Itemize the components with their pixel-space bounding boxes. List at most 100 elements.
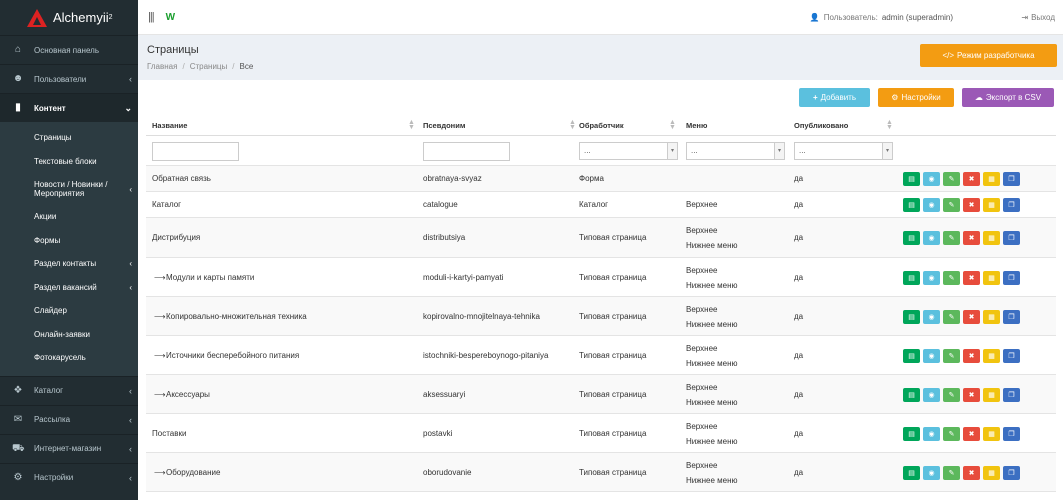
book-icon[interactable]: ▤: [903, 388, 920, 402]
copy-icon[interactable]: ❐: [1003, 349, 1020, 363]
edit-icon[interactable]: ✎: [943, 427, 960, 441]
breadcrumb-home[interactable]: Главная: [147, 62, 177, 71]
column-header-published[interactable]: Опубликовано: [794, 121, 848, 130]
submenu-item-requests[interactable]: Онлайн-заявки: [0, 323, 138, 347]
edit-icon[interactable]: ✎: [943, 172, 960, 186]
eye-icon[interactable]: ◉: [923, 388, 940, 402]
trash-icon[interactable]: ✖: [963, 271, 980, 285]
copy-icon[interactable]: ❐: [1003, 172, 1020, 186]
book-icon[interactable]: ▤: [903, 349, 920, 363]
file-icon[interactable]: ▦: [983, 231, 1000, 245]
submenu-item-contacts[interactable]: Раздел контакты ‹: [0, 252, 138, 276]
edit-icon[interactable]: ✎: [943, 310, 960, 324]
filter-published-select[interactable]: ... ▾: [794, 142, 893, 160]
trash-icon[interactable]: ✖: [963, 427, 980, 441]
edit-icon[interactable]: ✎: [943, 388, 960, 402]
menu-top: Верхнее: [686, 226, 718, 235]
sort-icon[interactable]: ▲ ▼: [886, 119, 893, 131]
add-button[interactable]: + Добавить: [799, 88, 870, 107]
book-icon[interactable]: ▤: [903, 466, 920, 480]
column-header-name[interactable]: Название: [152, 121, 187, 130]
copy-icon[interactable]: ❐: [1003, 466, 1020, 480]
cell-handler: Типовая страница: [579, 390, 647, 399]
eye-icon[interactable]: ◉: [923, 172, 940, 186]
trash-icon[interactable]: ✖: [963, 466, 980, 480]
sidebar-item-shop[interactable]: ⛟ Интернет-магазин ‹: [0, 433, 138, 463]
file-icon[interactable]: ▦: [983, 172, 1000, 186]
copy-icon[interactable]: ❐: [1003, 271, 1020, 285]
book-icon[interactable]: ▤: [903, 172, 920, 186]
sidebar-item-label: Каталог: [34, 386, 64, 395]
eye-icon[interactable]: ◉: [923, 271, 940, 285]
sort-icon[interactable]: ▲ ▼: [669, 119, 676, 131]
export-csv-button[interactable]: ☁ Экспорт в CSV: [962, 88, 1054, 107]
brand-logo[interactable]: Alchemyii 2: [0, 0, 138, 35]
submenu-item-forms[interactable]: Формы: [0, 229, 138, 253]
trash-icon[interactable]: ✖: [963, 231, 980, 245]
file-icon[interactable]: ▦: [983, 310, 1000, 324]
trash-icon[interactable]: ✖: [963, 388, 980, 402]
file-icon[interactable]: ▦: [983, 198, 1000, 212]
copy-icon[interactable]: ❐: [1003, 310, 1020, 324]
trash-icon[interactable]: ✖: [963, 310, 980, 324]
envelope-icon: ✉: [13, 413, 23, 425]
edit-icon[interactable]: ✎: [943, 198, 960, 212]
filter-name-input[interactable]: [152, 142, 239, 161]
edit-icon[interactable]: ✎: [943, 231, 960, 245]
eye-icon[interactable]: ◉: [923, 466, 940, 480]
file-icon[interactable]: ▦: [983, 388, 1000, 402]
file-icon[interactable]: ▦: [983, 466, 1000, 480]
filter-menu-select[interactable]: ... ▾: [686, 142, 785, 160]
sort-icon[interactable]: ▲ ▼: [408, 119, 415, 131]
eye-icon[interactable]: ◉: [923, 427, 940, 441]
settings-button[interactable]: ⚙ Настройки: [878, 88, 954, 107]
book-icon[interactable]: ▤: [903, 271, 920, 285]
filter-handler-select[interactable]: ... ▾: [579, 142, 678, 160]
menu-toggle-icon[interactable]: |||: [148, 11, 155, 23]
chevron-left-icon: ‹: [129, 74, 132, 84]
user-info[interactable]: 👤 Пользователь: admin (superadmin): [810, 13, 953, 22]
trash-icon[interactable]: ✖: [963, 349, 980, 363]
copy-icon[interactable]: ❐: [1003, 388, 1020, 402]
breadcrumb-pages[interactable]: Страницы: [190, 62, 228, 71]
submenu-item-pages[interactable]: Страницы: [0, 126, 138, 150]
submenu-item-text-blocks[interactable]: Текстовые блоки: [0, 150, 138, 174]
sidebar-item-content[interactable]: ▮ Контент ⌄: [0, 93, 138, 122]
sidebar-item-catalog[interactable]: ❖ Каталог ‹: [0, 375, 138, 405]
eye-icon[interactable]: ◉: [923, 198, 940, 212]
file-icon[interactable]: ▦: [983, 427, 1000, 441]
submenu-item-promos[interactable]: Акции: [0, 205, 138, 229]
eye-icon[interactable]: ◉: [923, 310, 940, 324]
trash-icon[interactable]: ✖: [963, 198, 980, 212]
developer-mode-button[interactable]: </> Режим разработчика: [920, 44, 1057, 67]
submenu-item-slider[interactable]: Слайдер: [0, 299, 138, 323]
trash-icon[interactable]: ✖: [963, 172, 980, 186]
copy-icon[interactable]: ❐: [1003, 427, 1020, 441]
edit-icon[interactable]: ✎: [943, 271, 960, 285]
site-logo-icon[interactable]: W: [166, 12, 175, 23]
book-icon[interactable]: ▤: [903, 198, 920, 212]
sort-icon[interactable]: ▲ ▼: [569, 119, 576, 131]
submenu-item-carousel[interactable]: Фотокарусель: [0, 346, 138, 370]
sidebar-item-dashboard[interactable]: ⌂ Основная панель: [0, 35, 138, 64]
column-header-alias[interactable]: Псевдоним: [423, 121, 465, 130]
book-icon[interactable]: ▤: [903, 427, 920, 441]
column-header-handler[interactable]: Обработчик: [579, 121, 624, 130]
file-icon[interactable]: ▦: [983, 349, 1000, 363]
submenu-item-vacancies[interactable]: Раздел вакансий ‹: [0, 276, 138, 300]
book-icon[interactable]: ▤: [903, 310, 920, 324]
sidebar-item-mailing[interactable]: ✉ Рассылка ‹: [0, 404, 138, 434]
eye-icon[interactable]: ◉: [923, 349, 940, 363]
book-icon[interactable]: ▤: [903, 231, 920, 245]
copy-icon[interactable]: ❐: [1003, 198, 1020, 212]
submenu-item-news[interactable]: Новости / Новинки / Мероприятия ‹: [0, 173, 138, 205]
logout-button[interactable]: ⇥ Выход: [1021, 13, 1055, 22]
eye-icon[interactable]: ◉: [923, 231, 940, 245]
sidebar-item-settings[interactable]: ⚙ Настройки ‹: [0, 462, 138, 492]
filter-alias-input[interactable]: [423, 142, 510, 161]
copy-icon[interactable]: ❐: [1003, 231, 1020, 245]
sidebar-item-users[interactable]: ☻ Пользователи ‹: [0, 64, 138, 93]
file-icon[interactable]: ▦: [983, 271, 1000, 285]
edit-icon[interactable]: ✎: [943, 466, 960, 480]
edit-icon[interactable]: ✎: [943, 349, 960, 363]
